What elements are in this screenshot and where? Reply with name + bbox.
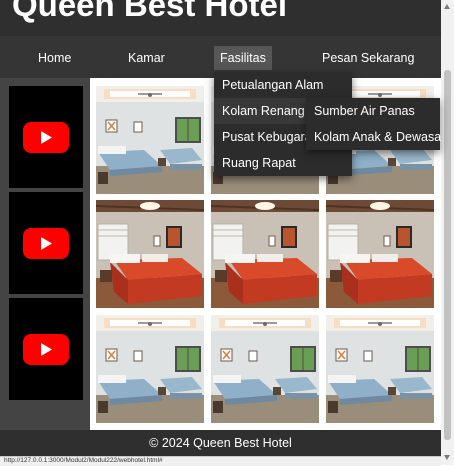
nav-kamar[interactable]: Kamar bbox=[128, 46, 165, 70]
submenu-item-sumber-air-panas[interactable]: Sumber Air Panas bbox=[306, 98, 440, 124]
room-photo bbox=[326, 315, 434, 423]
youtube-play-icon[interactable] bbox=[23, 334, 69, 365]
dropdown-item-ruang-rapat[interactable]: Ruang Rapat bbox=[214, 150, 352, 176]
site-header: Queen Best Hotel bbox=[0, 0, 441, 36]
scroll-down-icon[interactable] bbox=[444, 455, 450, 460]
nav-fasilitas[interactable]: Fasilitas bbox=[214, 46, 272, 70]
site-footer: © 2024 Queen Best Hotel bbox=[0, 430, 441, 456]
site-title: Queen Best Hotel bbox=[12, 0, 288, 23]
submenu-item-kolam-anak-dewasa[interactable]: Kolam Anak & Dewasa bbox=[306, 124, 441, 150]
kolam-renang-submenu: Sumber Air Panas Kolam Anak & Dewasa bbox=[306, 98, 441, 150]
youtube-play-icon[interactable] bbox=[23, 228, 69, 259]
room-photo bbox=[96, 200, 204, 308]
nav-pesan-sekarang[interactable]: Pesan Sekarang bbox=[322, 46, 414, 70]
scrollbar-thumb[interactable] bbox=[444, 70, 451, 440]
room-photo bbox=[326, 200, 434, 308]
video-player[interactable] bbox=[9, 86, 83, 188]
video-player[interactable] bbox=[9, 298, 83, 400]
youtube-play-icon[interactable] bbox=[23, 122, 69, 153]
nav-home[interactable]: Home bbox=[38, 46, 71, 70]
page: Queen Best Hotel Home Kamar Fasilitas Pe… bbox=[0, 0, 441, 466]
video-sidebar bbox=[0, 78, 90, 430]
room-photo bbox=[96, 86, 204, 194]
room-photo bbox=[211, 200, 319, 308]
scroll-up-icon[interactable] bbox=[444, 4, 450, 9]
page-scrollbar[interactable] bbox=[441, 0, 454, 465]
room-photo bbox=[96, 315, 204, 423]
dropdown-item-petualangan-alam[interactable]: Petualangan Alam bbox=[214, 72, 352, 98]
room-photo bbox=[211, 315, 319, 423]
video-player[interactable] bbox=[9, 192, 83, 294]
